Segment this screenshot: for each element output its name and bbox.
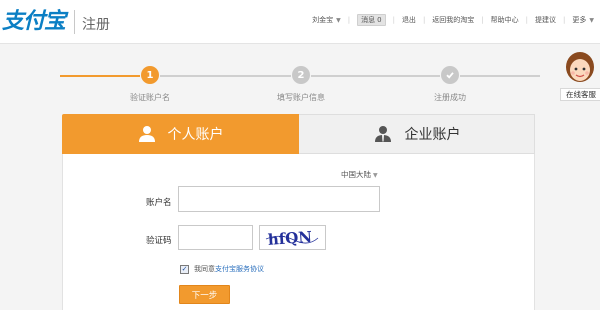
tab-company-label: 企业账户 [404,127,461,143]
nav-divider: | [481,16,484,24]
messages-label: 消息 [361,16,376,24]
page-header: 支付宝 注册 刘金宝 ▼ | 消息 0 | 退出 | 返回我的淘宝 | 帮助中心… [0,0,600,44]
person-icon [138,125,156,143]
alipay-logo[interactable]: 支付宝 [2,4,66,34]
tab-personal-label: 个人账户 [167,127,224,143]
logo-text: 支付宝 [2,9,66,34]
region-selector[interactable]: 中国大陆 ▼ [341,169,378,180]
step-progress-line [60,75,140,77]
region-label: 中国大陆 [341,170,371,179]
step-line [311,75,440,77]
user-name: 刘金宝 [312,16,334,24]
more-menu[interactable]: 更多 ▼ [572,15,594,25]
account-name-label: 账户名 [146,198,172,208]
tab-company-account[interactable]: 企业账户 [299,114,535,154]
account-type-tabs: 个人账户 企业账户 [62,114,535,161]
captcha-image[interactable]: hfQN [259,225,326,250]
step-2-label: 填写账户信息 [277,93,325,102]
nav-divider: | [422,16,426,24]
service-avatar-icon [564,50,596,86]
step-line [160,75,291,77]
logo-divider [74,10,75,34]
step-line [460,75,540,77]
nav-divider: | [347,16,351,24]
messages-count: 0 [377,16,382,24]
agree-text: 我同意 [194,265,215,273]
step-2-number: 2 [292,66,310,84]
service-agreement-link[interactable]: 支付宝服务协议 [215,264,264,274]
top-navigation: 刘金宝 ▼ | 消息 0 | 退出 | 返回我的淘宝 | 帮助中心 | 提建议 … [312,14,594,26]
account-name-input[interactable] [178,186,380,212]
business-person-icon [373,125,393,143]
step-1-number: 1 [141,66,159,84]
more-label: 更多 [572,16,587,24]
nav-divider: | [563,16,566,24]
agreement-row: ✓ 我同意 支付宝服务协议 [180,264,264,274]
nav-divider: | [525,16,529,24]
chevron-down-icon: ▼ [336,16,341,24]
tab-personal-account[interactable]: 个人账户 [62,114,299,154]
logout-link[interactable]: 退出 [402,15,416,25]
nav-divider: | [392,16,395,24]
chevron-down-icon: ▼ [373,172,378,179]
suggestion-link[interactable]: 提建议 [535,15,556,25]
captcha-input[interactable] [178,225,253,250]
next-step-button[interactable]: 下一步 [179,285,230,304]
online-service-widget[interactable]: 在线客服 [560,50,600,106]
captcha-label: 验证码 [146,236,172,246]
checkmark-icon [441,66,459,84]
agree-checkbox[interactable]: ✓ [180,264,189,274]
step-3-label: 注册成功 [434,93,466,102]
messages-link[interactable]: 消息 0 [357,14,386,26]
captcha-graphic: hfQN [265,228,319,249]
chevron-down-icon: ▼ [589,16,594,24]
online-service-label: 在线客服 [560,88,600,101]
page-title: 注册 [82,17,110,33]
step-1-label: 验证账户名 [130,93,170,102]
user-menu[interactable]: 刘金宝 ▼ [312,15,341,25]
back-to-taobao-link[interactable]: 返回我的淘宝 [432,15,474,25]
registration-steps: 1 2 验证账户名 填写账户信息 注册成功 [60,62,540,106]
help-center-link[interactable]: 帮助中心 [491,15,519,25]
